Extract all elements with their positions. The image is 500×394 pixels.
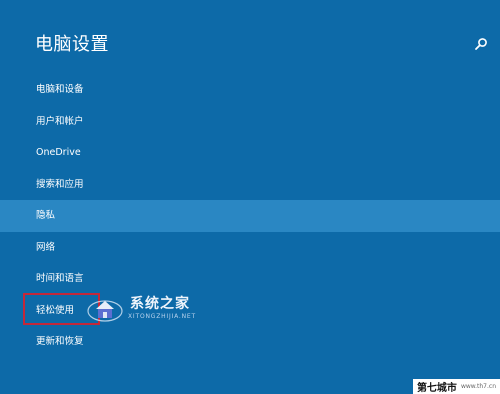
menu-item-label: 搜索和应用 <box>36 178 84 190</box>
menu-item-update-and-recovery[interactable]: 更新和恢复 <box>0 326 500 358</box>
menu-item-label: OneDrive <box>36 147 81 158</box>
menu-item-accounts[interactable]: 用户和帐户 <box>0 106 500 138</box>
menu-item-network[interactable]: 网络 <box>0 232 500 264</box>
menu-item-label: 隐私 <box>36 210 56 221</box>
menu-item-label: 用户和帐户 <box>36 115 84 127</box>
search-icon <box>475 38 487 50</box>
menu-item-label: 网络 <box>36 241 56 253</box>
watermark-title: 系统之家 <box>130 296 190 312</box>
footer-watermark-cn: 第七城市 <box>416 383 457 394</box>
menu-item-label: 电脑和设备 <box>36 84 84 95</box>
menu-item-onedrive[interactable]: OneDrive <box>0 137 500 169</box>
page-title: 电脑设置 <box>35 34 109 55</box>
search-button[interactable] <box>474 36 488 50</box>
menu-item-label: 时间和语言 <box>36 273 84 284</box>
site-watermark: 系统之家 XITONGZHIJIA.NET <box>86 291 226 331</box>
menu-item-privacy[interactable]: 隐私 <box>0 200 500 232</box>
menu-item-label: 更新和恢复 <box>36 336 84 347</box>
menu-item-time-and-language[interactable]: 时间和语言 <box>0 263 500 295</box>
footer-watermark: 第七城市 www.th7.cn <box>412 379 500 394</box>
pc-settings-panel: 电脑设置 电脑和设备 用户和帐户 OneDrive 搜索和应用 隐私 网络 时间… <box>0 0 500 394</box>
menu-item-pc-and-devices[interactable]: 电脑和设备 <box>0 74 500 106</box>
house-logo-icon <box>87 300 123 322</box>
menu-item-search-and-apps[interactable]: 搜索和应用 <box>0 169 500 201</box>
watermark-subtitle: XITONGZHIJIA.NET <box>128 313 196 320</box>
footer-watermark-url: www.th7.cn <box>460 383 496 390</box>
